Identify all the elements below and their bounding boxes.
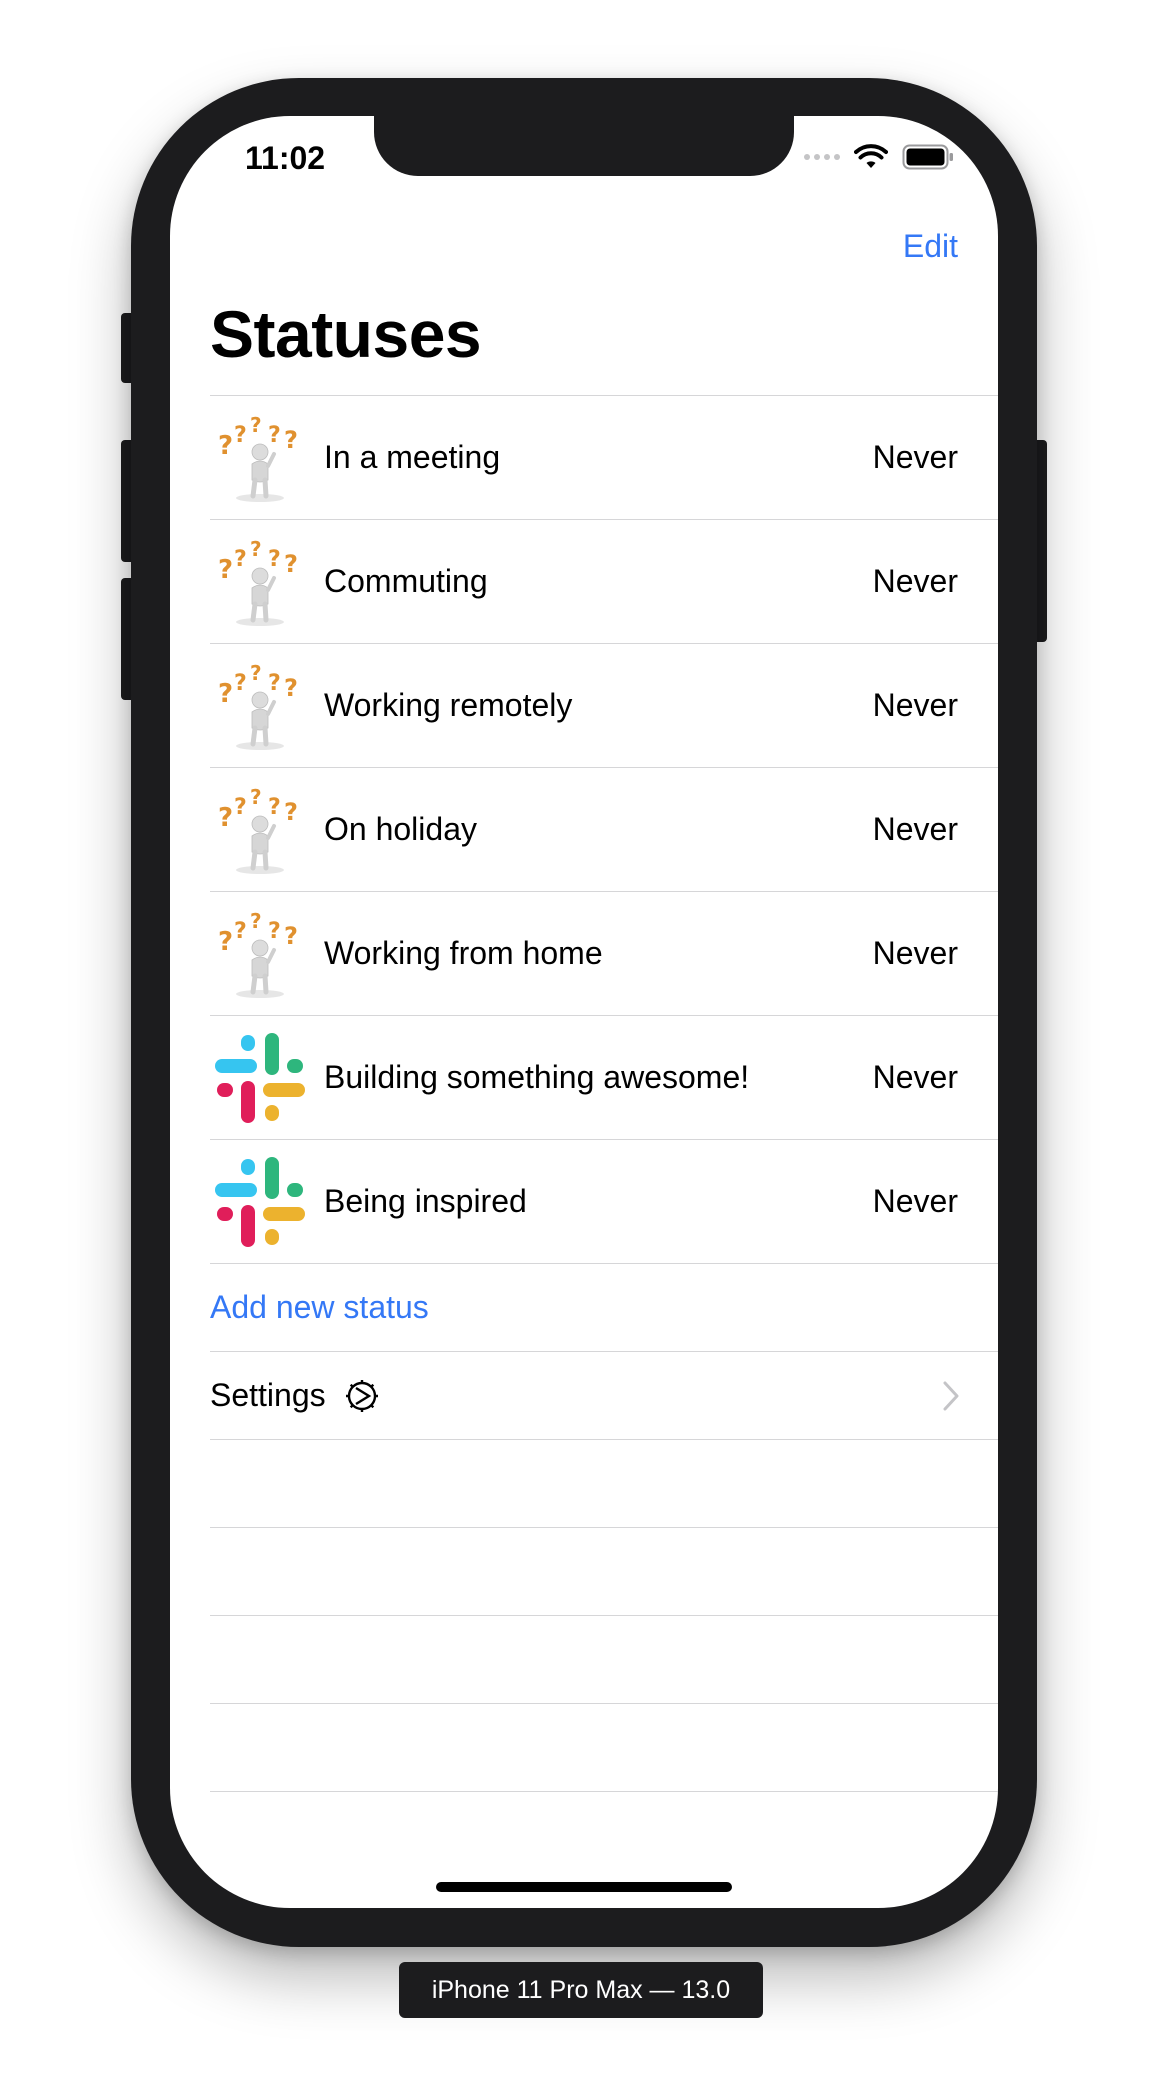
status-label: Working remotely: [324, 687, 573, 723]
empty-row: [210, 1791, 998, 1879]
empty-row: [210, 1527, 998, 1615]
svg-text:?: ?: [218, 431, 233, 461]
thinking-figure-icon: ? ? ? ? ?: [212, 534, 308, 630]
add-status-link[interactable]: Add new status: [210, 1289, 429, 1326]
status-row[interactable]: ? ? ? ? ? Working from home Never: [210, 891, 998, 1015]
svg-text:?: ?: [284, 674, 298, 702]
svg-text:?: ?: [268, 423, 281, 448]
add-status-row[interactable]: Add new status: [210, 1263, 998, 1351]
svg-text:?: ?: [250, 661, 262, 685]
svg-text:?: ?: [250, 537, 262, 561]
status-label: Commuting: [324, 563, 488, 599]
settings-row[interactable]: Settings: [210, 1351, 998, 1439]
status-label: Being inspired: [324, 1183, 527, 1219]
status-label: On holiday: [324, 811, 477, 847]
status-expiry-value: Never: [872, 1183, 958, 1219]
thinking-figure-icon: ? ? ? ? ?: [212, 658, 308, 754]
svg-text:?: ?: [268, 671, 281, 696]
status-row[interactable]: ? ? ? ? ? On holiday Never: [210, 767, 998, 891]
status-expiry-value: Never: [872, 1059, 958, 1095]
status-bar-time: 11:02: [245, 140, 326, 176]
gear-icon: [342, 1376, 382, 1416]
svg-text:?: ?: [250, 909, 262, 933]
home-indicator: [436, 1882, 732, 1892]
svg-text:?: ?: [234, 423, 247, 448]
thinking-figure-icon: ? ? ? ? ?: [212, 906, 308, 1002]
thinking-figure-icon: ? ? ? ? ?: [212, 782, 308, 878]
status-expiry-value: Never: [872, 935, 958, 971]
svg-text:?: ?: [250, 413, 262, 437]
svg-text:?: ?: [234, 795, 247, 820]
cellular-signal-icon: [804, 154, 840, 160]
status-expiry-value: Never: [872, 687, 958, 723]
status-expiry-value: Never: [872, 811, 958, 847]
status-label: Working from home: [324, 935, 603, 971]
svg-text:?: ?: [268, 919, 281, 944]
phone-screen: 11:02 Edit Statuses ? ? ? ? ? In a meeti…: [170, 116, 998, 1908]
status-list: ? ? ? ? ? In a meeting Never ? ? ? ? ? Co…: [210, 395, 998, 1879]
thinking-figure-icon: ? ? ? ? ?: [212, 410, 308, 506]
status-row[interactable]: ? ? ? ? ? Commuting Never: [210, 519, 998, 643]
status-row[interactable]: ? ? ? ? ? In a meeting Never: [210, 395, 998, 519]
slack-logo-icon: [212, 1154, 308, 1250]
svg-text:?: ?: [218, 679, 233, 709]
status-label: In a meeting: [324, 439, 501, 475]
status-row[interactable]: ? ? ? ? ? Working remotely Never: [210, 643, 998, 767]
svg-text:?: ?: [284, 798, 298, 826]
status-expiry-value: Never: [872, 439, 958, 475]
wifi-icon: [854, 144, 888, 170]
status-row[interactable]: Building something awesome! Never: [210, 1015, 998, 1139]
svg-text:?: ?: [234, 919, 247, 944]
settings-label: Settings: [210, 1377, 326, 1413]
notch: [374, 116, 794, 176]
svg-text:?: ?: [218, 555, 233, 585]
status-bar-icons: [804, 144, 954, 170]
svg-text:?: ?: [234, 671, 247, 696]
edit-button[interactable]: Edit: [903, 228, 958, 265]
svg-text:?: ?: [250, 785, 262, 809]
device-label: iPhone 11 Pro Max — 13.0: [399, 1962, 763, 2018]
status-expiry-value: Never: [872, 563, 958, 599]
empty-row: [210, 1703, 998, 1791]
page-title: Statuses: [210, 297, 482, 371]
svg-text:?: ?: [218, 927, 233, 957]
svg-text:?: ?: [234, 547, 247, 572]
chevron-right-icon: [942, 1380, 960, 1412]
empty-row: [210, 1615, 998, 1703]
svg-text:?: ?: [268, 795, 281, 820]
status-label: Building something awesome!: [324, 1059, 750, 1095]
svg-text:?: ?: [284, 426, 298, 454]
svg-text:?: ?: [284, 550, 298, 578]
empty-row: [210, 1439, 998, 1527]
svg-text:?: ?: [268, 547, 281, 572]
svg-text:?: ?: [218, 803, 233, 833]
svg-text:?: ?: [284, 922, 298, 950]
status-row[interactable]: Being inspired Never: [210, 1139, 998, 1263]
slack-logo-icon: [212, 1030, 308, 1126]
battery-icon: [902, 144, 954, 170]
